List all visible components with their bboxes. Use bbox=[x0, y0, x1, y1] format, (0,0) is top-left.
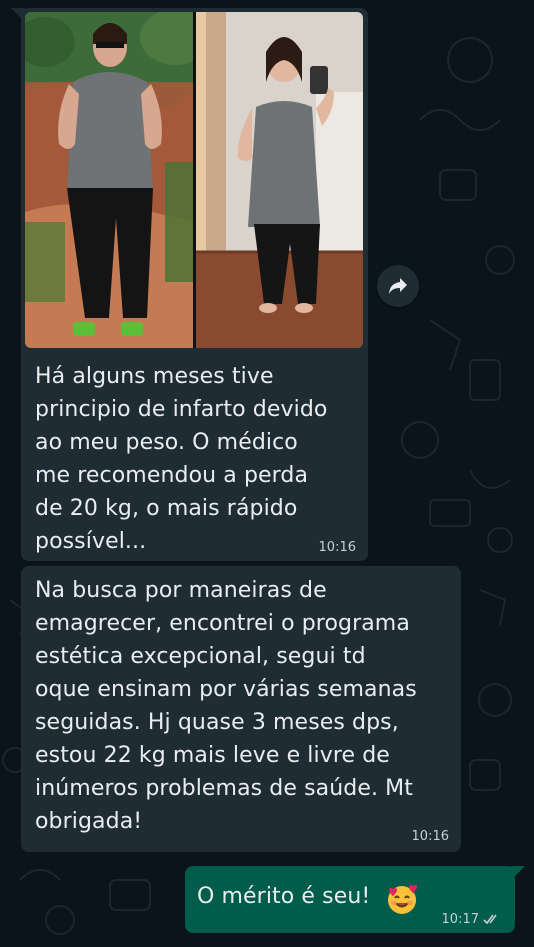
after-photo bbox=[196, 12, 363, 348]
forward-button[interactable] bbox=[377, 265, 419, 307]
message-text: O mérito é seu! bbox=[197, 884, 371, 909]
message-bubble-outgoing[interactable]: O mérito é seu! 10:17 bbox=[185, 866, 515, 933]
message-time: 10:16 bbox=[318, 540, 356, 555]
message-text: Na busca por maneiras de emagrecer, enco… bbox=[35, 578, 417, 834]
message-bubble-text[interactable]: Na busca por maneiras de emagrecer, enco… bbox=[21, 566, 461, 852]
message-meta: 10:17 bbox=[442, 912, 501, 927]
before-photo bbox=[25, 12, 193, 348]
message-bubble-photo[interactable]: Há alguns meses tive principio de infart… bbox=[21, 8, 368, 561]
message-time: 10:16 bbox=[411, 829, 449, 844]
message-text: Há alguns meses tive principio de infart… bbox=[35, 364, 328, 554]
before-after-photo[interactable] bbox=[25, 12, 363, 348]
smiling-face-with-hearts-icon bbox=[388, 884, 418, 914]
double-check-icon bbox=[483, 914, 497, 924]
forward-arrow-icon bbox=[389, 278, 407, 294]
message-time: 10:17 bbox=[441, 912, 479, 927]
